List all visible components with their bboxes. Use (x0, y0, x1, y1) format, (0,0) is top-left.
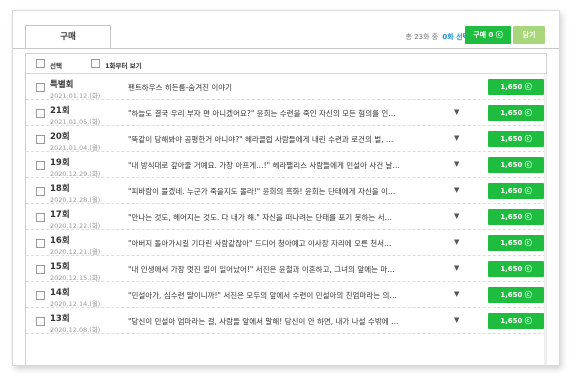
episode-checkbox[interactable] (36, 83, 45, 92)
episode-date: 2020.12.28.(월) (50, 196, 101, 204)
episode-price-button[interactable]: 1,650 ⓒ (488, 79, 544, 95)
episode-date: 2021.01.12.(화) (50, 92, 101, 100)
episode-row: 14회 2020.12.14.(월) "민설아가, 심수련 딸이니까!" 서진은 모… (26, 282, 546, 308)
episode-title[interactable]: "피바람이 불겠네. 누군가 죽을지도 몰라!" 윤희의 흑화! 윤희는 단태에… (128, 186, 444, 197)
expand-caret-icon[interactable]: ▼ (454, 290, 459, 298)
total-episodes-text: 총 23화 중 (405, 33, 439, 41)
episode-number: 13회 (50, 314, 70, 324)
episode-number: 17회 (50, 210, 70, 220)
episode-row: 15회 2020.12.15.(화) "내 인생에서 가장 멋진 일이 일어났어!"… (26, 256, 546, 282)
episode-price-button[interactable]: 1,650 ⓒ (488, 235, 544, 251)
episode-price-button[interactable]: 1,650 ⓒ (488, 131, 544, 147)
episode-price-button[interactable]: 1,650 ⓒ (488, 261, 544, 277)
episode-date: 2020.12.29.(화) (50, 170, 101, 178)
expand-caret-icon[interactable]: ▼ (454, 212, 459, 220)
episode-date: 2020.12.14.(월) (50, 300, 101, 308)
episode-number: 20회 (50, 132, 70, 142)
episode-checkbox[interactable] (36, 161, 45, 170)
episode-checkbox[interactable] (36, 135, 45, 144)
episode-date: 2020.12.15.(화) (50, 274, 101, 282)
episode-date: 2020.12.21.(월) (50, 248, 101, 256)
episode-checkbox[interactable] (36, 239, 45, 248)
purchase-panel: 구매 총 23화 중 0화 선택 구매 0 ⓒ 담기 선택 1화부터 보기 특별… (12, 10, 560, 366)
episode-price-button[interactable]: 1,650 ⓒ (488, 209, 544, 225)
episode-title[interactable]: 펜트하우스 히든룸-숨겨진 이야기 (128, 82, 444, 93)
episode-title[interactable]: "뚝같이 당해봐야 공평한거 아니야?" 헤라클럽 사람들에게 내린 수련과 로… (128, 134, 444, 145)
expand-caret-icon[interactable]: ▼ (454, 316, 459, 324)
episode-title[interactable]: "내 방식대로 갚아줄 거예요. 가장 아프게…!" 헤라팰리스 사람들에게 민… (128, 160, 444, 171)
episode-row: 20회 2021.01.04.(월) "뚝같이 당해봐야 공평한거 아니야?" 헤라… (26, 126, 546, 152)
episode-checkbox[interactable] (36, 109, 45, 118)
episode-row: 21회 2021.01.05.(화) "하늘도 결국 우리 부자 편 아니겠어요?"… (26, 100, 546, 126)
episode-price-button[interactable]: 1,650 ⓒ (488, 287, 544, 303)
episode-title[interactable]: "당신이 민설아 엄마라는 걸, 사람들 앞에서 말해! 당신이 안 하면, 내… (128, 316, 444, 327)
episode-checkbox[interactable] (36, 213, 45, 222)
episode-row: 13회 2020.12.08.(화) "당신이 민설아 엄마라는 걸, 사람들 앞에… (26, 308, 546, 334)
episode-row: 17회 2020.12.22.(화) "만나는 것도, 헤어지는 것도. 다 내가 … (26, 204, 546, 230)
purchase-header: 구매 총 23화 중 0화 선택 구매 0 ⓒ 담기 (13, 11, 559, 51)
episode-row: 19회 2020.12.29.(화) "내 방식대로 갚아줄 거예요. 가장 아프게… (26, 152, 546, 178)
episode-checkbox[interactable] (36, 291, 45, 300)
expand-caret-icon[interactable]: ▼ (454, 186, 459, 194)
episode-price-button[interactable]: 1,650 ⓒ (488, 313, 544, 329)
episode-number: 특별회 (50, 80, 74, 90)
episode-checkbox[interactable] (36, 187, 45, 196)
episode-row: 특별회 2021.01.12.(화) 펜트하우스 히든룸-숨겨진 이야기 1,650 … (26, 74, 546, 100)
expand-caret-icon[interactable]: ▼ (454, 134, 459, 142)
episode-price-button[interactable]: 1,650 ⓒ (488, 157, 544, 173)
tab-divider (13, 48, 559, 49)
episode-date: 2021.01.04.(월) (50, 144, 101, 152)
buy-button[interactable]: 구매 0 ⓒ (465, 26, 511, 44)
episode-price-button[interactable]: 1,650 ⓒ (488, 183, 544, 199)
episode-date: 2020.12.22.(화) (50, 222, 101, 230)
selection-summary: 총 23화 중 0화 선택 (405, 32, 469, 42)
scrollbar[interactable] (544, 74, 547, 365)
from-first-checkbox[interactable] (91, 59, 100, 68)
expand-caret-icon[interactable]: ▼ (454, 264, 459, 272)
expand-caret-icon[interactable]: ▼ (454, 108, 459, 116)
episode-list: 선택 1화부터 보기 특별회 2021.01.12.(화) 펜트하우스 히든룸-숨겨… (25, 53, 547, 365)
episode-title[interactable]: "아버지 돌아가시길 기다린 사람같잖아" 드디어 청아예고 이사장 자리에 오… (128, 238, 444, 249)
episode-number: 21회 (50, 106, 70, 116)
from-first-label: 1화부터 보기 (105, 62, 142, 70)
episode-date: 2021.01.05.(화) (50, 118, 101, 126)
episode-number: 15회 (50, 262, 70, 272)
episode-row: 16회 2020.12.21.(월) "아버지 돌아가시길 기다린 사람같잖아" 드… (26, 230, 546, 256)
episode-checkbox[interactable] (36, 265, 45, 274)
episode-checkbox[interactable] (36, 317, 45, 326)
episode-rows: 특별회 2021.01.12.(화) 펜트하우스 히든룸-숨겨진 이야기 1,650 … (26, 74, 546, 334)
select-all-checkbox[interactable] (36, 59, 45, 68)
episode-title[interactable]: "민설아가, 심수련 딸이니까!" 서진은 모두의 앞에서 수련이 민설아의 친… (128, 290, 444, 301)
list-options: 선택 1화부터 보기 (26, 54, 546, 74)
episode-number: 18회 (50, 184, 70, 194)
episode-price-button[interactable]: 1,650 ⓒ (488, 105, 544, 121)
episode-row: 18회 2020.12.28.(월) "피바람이 불겠네. 누군가 죽을지도 몰라!… (26, 178, 546, 204)
episode-number: 14회 (50, 288, 70, 298)
episode-number: 16회 (50, 236, 70, 246)
expand-caret-icon[interactable]: ▼ (454, 238, 459, 246)
tab-purchase[interactable]: 구매 (25, 25, 111, 49)
episode-date: 2020.12.08.(화) (50, 326, 101, 334)
add-to-cart-button[interactable]: 담기 (513, 26, 545, 44)
episode-number: 19회 (50, 158, 70, 168)
expand-caret-icon[interactable]: ▼ (454, 160, 459, 168)
episode-title[interactable]: "하늘도 결국 우리 부자 편 아니겠어요?" 윤희는 수련을 죽인 자신의 모… (128, 108, 444, 119)
select-all-label: 선택 (50, 62, 62, 70)
episode-title[interactable]: "만나는 것도, 헤어지는 것도. 다 내가 해." 자신을 떠나려는 단태를 … (128, 212, 444, 223)
episode-title[interactable]: "내 인생에서 가장 멋진 일이 일어났어!" 서진은 윤철과 이혼하고, 그녀… (128, 264, 444, 275)
